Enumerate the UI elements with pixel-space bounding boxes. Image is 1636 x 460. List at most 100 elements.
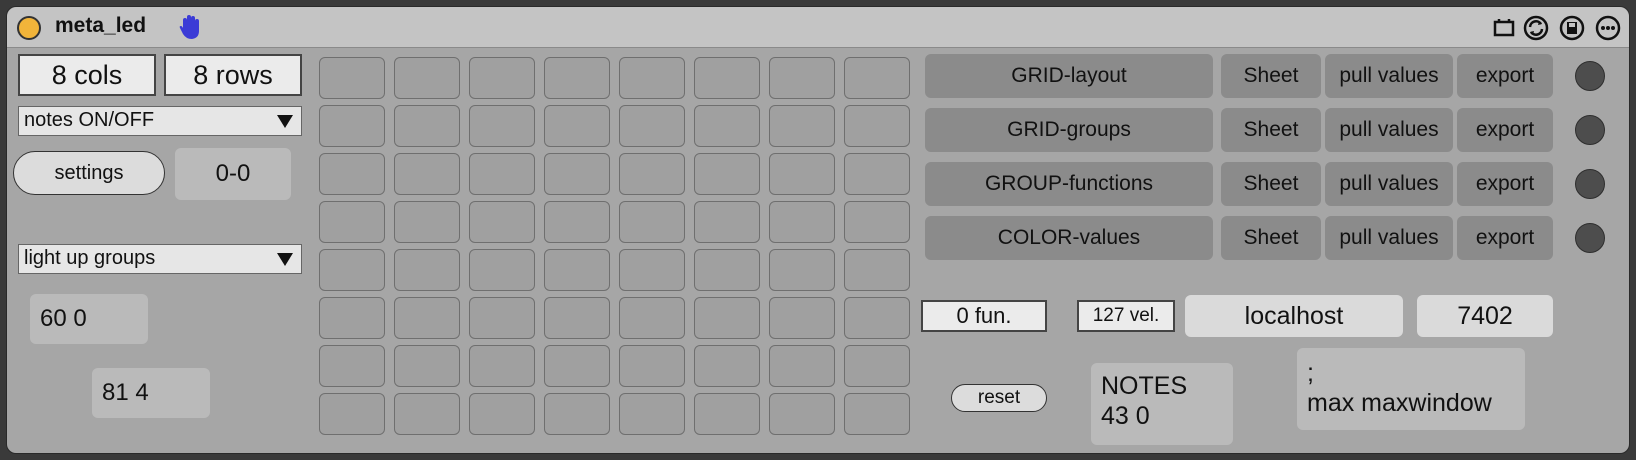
port-display[interactable]: 7402 [1417,295,1553,337]
grid-cell[interactable] [469,201,535,243]
grid-cell[interactable] [619,393,685,435]
grid-cell[interactable] [619,345,685,387]
device-power-button[interactable] [17,16,41,40]
grid-cell[interactable] [394,297,460,339]
grid-cell[interactable] [319,345,385,387]
grid-cell[interactable] [469,297,535,339]
grid-cell[interactable] [469,393,535,435]
grid-cell[interactable] [769,57,835,99]
settings-button[interactable]: settings [13,151,165,195]
pull-values-button[interactable]: pull values [1325,108,1453,152]
grid-cell[interactable] [319,153,385,195]
more-icon[interactable] [1595,15,1621,41]
grid-cell[interactable] [319,249,385,291]
grid-cell[interactable] [544,297,610,339]
grid-cell[interactable] [469,57,535,99]
grid-cell[interactable] [694,297,760,339]
grid-cell[interactable] [694,153,760,195]
grid-cell[interactable] [694,57,760,99]
grid-cell[interactable] [844,345,910,387]
grid-cell[interactable] [469,249,535,291]
grid-cell[interactable] [844,105,910,147]
grid-cell[interactable] [619,249,685,291]
export-button[interactable]: export [1457,162,1553,206]
grid-cell[interactable] [319,393,385,435]
sheet-name-button[interactable]: GRID-groups [925,108,1213,152]
grid-cell[interactable] [394,345,460,387]
grid-cell[interactable] [469,105,535,147]
grid-cell[interactable] [544,345,610,387]
grid-cell[interactable] [694,345,760,387]
grid-cell[interactable] [769,249,835,291]
grid-cell[interactable] [544,201,610,243]
sheet-name-button[interactable]: COLOR-values [925,216,1213,260]
grid-cell[interactable] [544,393,610,435]
grid-cell[interactable] [394,105,460,147]
export-button[interactable]: export [1457,108,1553,152]
mode-dropdown[interactable]: notes ON/OFF [18,106,302,136]
grid-cell[interactable] [769,201,835,243]
velocity-number-box[interactable]: 127 vel. [1077,300,1175,332]
grid-cell[interactable] [694,105,760,147]
grid-cell[interactable] [619,153,685,195]
grid-cell[interactable] [619,201,685,243]
grid-cell[interactable] [319,57,385,99]
sheet-open-button[interactable]: Sheet [1221,108,1321,152]
export-button[interactable]: export [1457,54,1553,98]
grid-cell[interactable] [769,345,835,387]
grid-cell[interactable] [319,297,385,339]
grid-cell[interactable] [619,57,685,99]
grid-cell[interactable] [394,153,460,195]
grid-cell[interactable] [844,297,910,339]
pull-values-button[interactable]: pull values [1325,54,1453,98]
grid-cell[interactable] [769,153,835,195]
grid-cell[interactable] [769,393,835,435]
grid-cell[interactable] [544,249,610,291]
cols-number-box[interactable]: 8 cols [18,54,156,96]
grid-cell[interactable] [769,297,835,339]
save-icon[interactable] [1559,15,1585,41]
notes-line-1: NOTES [1101,372,1188,400]
chevron-down-icon [277,253,293,266]
host-display[interactable]: localhost [1185,295,1403,337]
grid-cell[interactable] [694,393,760,435]
grid-cell[interactable] [469,345,535,387]
grid-cell[interactable] [394,249,460,291]
grid-cell[interactable] [844,153,910,195]
device-title: meta_led [55,14,147,37]
maxwindow-message[interactable]: ; max maxwindow [1297,348,1525,430]
grid-cell[interactable] [844,57,910,99]
grid-cell[interactable] [319,201,385,243]
grid-cell[interactable] [394,57,460,99]
grid-cell[interactable] [694,201,760,243]
sheet-open-button[interactable]: Sheet [1221,54,1321,98]
grid-cell[interactable] [619,105,685,147]
pull-values-button[interactable]: pull values [1325,216,1453,260]
grid-cell[interactable] [544,105,610,147]
grid-cell[interactable] [844,393,910,435]
sheet-name-button[interactable]: GROUP-functions [925,162,1213,206]
grid-cell[interactable] [469,153,535,195]
coord-display: 0-0 [175,148,291,200]
function-number-box[interactable]: 0 fun. [921,300,1047,332]
sheet-open-button[interactable]: Sheet [1221,216,1321,260]
refresh-icon[interactable] [1523,15,1549,41]
sheet-open-button[interactable]: Sheet [1221,162,1321,206]
export-button[interactable]: export [1457,216,1553,260]
light-dropdown[interactable]: light up groups [18,244,302,274]
reset-button[interactable]: reset [951,384,1047,412]
map-icon[interactable] [1491,15,1517,41]
grid-cell[interactable] [769,105,835,147]
rows-number-box[interactable]: 8 rows [164,54,302,96]
grid-cell[interactable] [319,105,385,147]
grid-cell[interactable] [844,201,910,243]
grid-cell[interactable] [619,297,685,339]
pull-values-button[interactable]: pull values [1325,162,1453,206]
grid-cell[interactable] [544,57,610,99]
grid-cell[interactable] [394,393,460,435]
grid-cell[interactable] [394,201,460,243]
sheet-name-button[interactable]: GRID-layout [925,54,1213,98]
grid-cell[interactable] [544,153,610,195]
grid-cell[interactable] [844,249,910,291]
grid-cell[interactable] [694,249,760,291]
